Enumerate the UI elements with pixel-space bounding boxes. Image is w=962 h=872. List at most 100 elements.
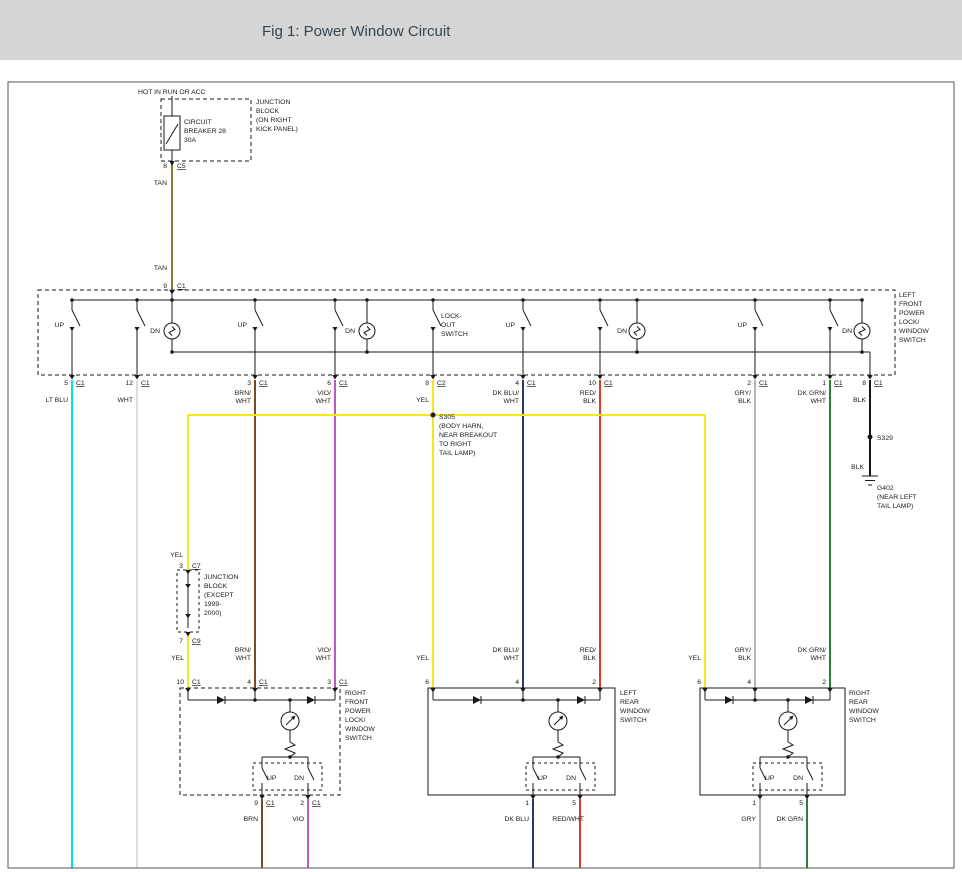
component-name: LOCK/ [899,319,920,326]
junction-block-label: JUNCTION [256,99,290,106]
splice-note: NEAR BREAKOUT [439,432,497,439]
header: Fig 1: Power Window Circuit [0,0,962,60]
wire-label: DK GRN [777,816,804,823]
diagram-canvas: Fig 1: Power Window Circuit [0,0,962,872]
lockout-label: OUT [441,322,455,329]
wires [72,164,870,868]
splice-name: S329 [877,435,893,442]
wire-label: GRY/ [735,390,752,397]
dn-label: DN [566,775,576,782]
up-label: UP [238,322,248,329]
component-name: WINDOW [849,708,879,715]
component-name: 2000) [204,610,221,617]
pin-number: 8 [425,380,429,387]
page-title: Fig 1: Power Window Circuit [262,23,451,40]
component-name: LEFT [620,690,637,697]
connector-label: C1 [874,380,883,387]
left-rear-switch: 6 4 2 UP DN LEFT REAR WINDOW SWITCH 1 5 … [425,679,650,823]
connector-label: C1 [759,380,768,387]
junction-block-label: (ON RIGHT [256,117,292,124]
wire-label: GRY [741,816,756,823]
diagram: HOT IN RUN OR ACC CIRCUIT BREAKER 28 30A… [8,82,954,868]
wire-label: YEL [170,552,183,559]
ground-symbol [862,476,878,485]
wire-label: BLK [738,655,751,662]
pin-number: 1 [525,800,529,807]
wire-label: TAN [154,265,167,272]
wire-label: RED/ [580,647,596,654]
component-name: POWER [899,310,925,317]
feed-circuit: HOT IN RUN OR ACC CIRCUIT BREAKER 28 30A… [138,89,298,295]
dn-label: DN [150,328,160,335]
breaker-label: BREAKER 28 [184,128,226,135]
wire-label: WHT [236,398,251,405]
breaker-label: 30A [184,137,197,144]
component-name: FRONT [345,699,368,706]
wire-label: WHT [316,655,331,662]
wire-label: YEL [416,397,429,404]
connector-label: C1 [266,800,275,807]
component-name: LEFT [899,292,916,299]
wire-label: GRY/ [735,647,752,654]
wire-label: WHT [316,398,331,405]
ground-note: (NEAR LEFT [877,494,917,501]
pin-number: 1 [822,380,826,387]
pin-number: 5 [64,380,68,387]
wire-labels-row2: YEL BRN/ WHT VIO/ WHT YEL DK BLU/ WHT RE… [171,647,826,662]
component-name: JUNCTION [204,574,238,581]
up-label: UP [55,322,65,329]
pin-number: 10 [176,679,184,686]
connector-label: C1 [312,800,321,807]
wiring-diagram-page: Fig 1: Power Window Circuit [0,0,962,872]
pin-number: 6 [327,380,331,387]
connector-label: C1 [141,380,150,387]
component-name: 1999- [204,601,221,608]
up-label: UP [765,775,775,782]
component-name: SWITCH [849,717,876,724]
wire-label: YEL [171,655,184,662]
pin-number: 4 [515,380,519,387]
pin-number: 8 [862,380,866,387]
pin-number: 1 [752,800,756,807]
wire-label: BLK [738,398,751,405]
wire-label: VIO/ [317,647,331,654]
component-name: SWITCH [899,337,926,344]
pin-number: 2 [747,380,751,387]
ground-name: G402 [877,485,894,492]
wire-label: WHT [811,655,826,662]
splice-note: TAIL LAMP) [439,450,475,457]
wire-label: DK GRN/ [798,647,826,654]
connector-label: C1 [339,380,348,387]
breaker-label: CIRCUIT [184,119,212,126]
wire-label: BLK [853,397,866,404]
component-name: REAR [849,699,868,706]
connector-label: C9 [192,638,201,645]
connector-label: C1 [259,380,268,387]
wire-labels-row1: LT BLU WHT BRN/ WHT VIO/ WHT YEL DK BLU/… [46,390,867,405]
junction-block-label: KICK PANEL) [256,126,298,133]
component-name: WINDOW [899,328,929,335]
pin-number: 2 [822,679,826,686]
lockout-label: SWITCH [441,331,468,338]
pin-number: 4 [247,679,251,686]
left-rear-switch-box [428,688,615,795]
wire-label: WHT [811,398,826,405]
dn-label: DN [345,328,355,335]
component-name: LOCK/ [345,717,366,724]
component-name: SWITCH [345,735,372,742]
connector-label: C1 [76,380,85,387]
pin-number: 2 [300,800,304,807]
splice-s329-ground: S329 BLK G402 (NEAR LEFT TAIL LAMP) [851,435,917,511]
pin-number: 5 [799,800,803,807]
wire-label: DK BLU/ [493,390,520,397]
splice-s305: S305 (BODY HARN, NEAR BREAKOUT TO RIGHT … [431,413,498,458]
connector-label: C2 [437,380,446,387]
wire-label: BRN/ [235,647,251,654]
component-name: (EXCEPT [204,592,233,599]
connector-label: C1 [259,679,268,686]
pin-number: 12 [125,380,133,387]
pin-number: 4 [747,679,751,686]
pin-number: 3 [247,380,251,387]
right-front-switch-box [180,688,340,795]
up-dn-switch-box [253,763,322,790]
